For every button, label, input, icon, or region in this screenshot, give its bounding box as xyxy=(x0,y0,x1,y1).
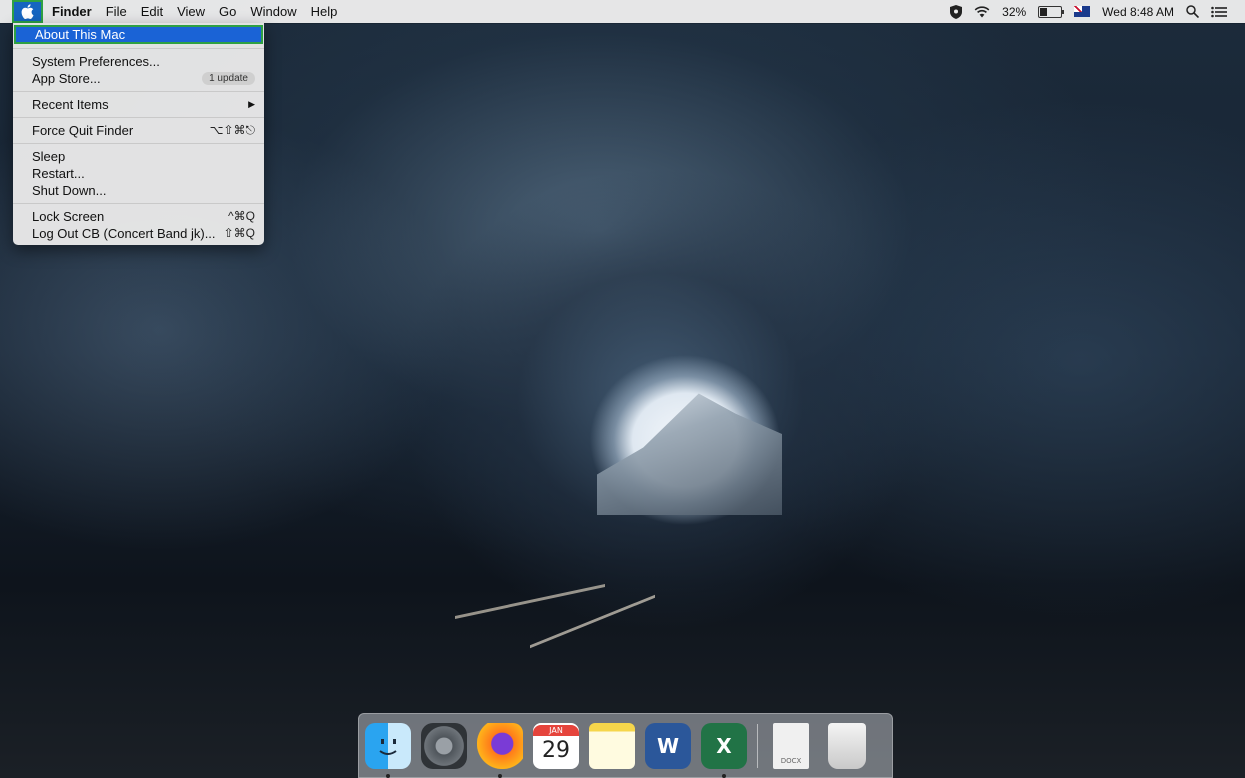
menu-item-lock-screen[interactable]: Lock Screen ^⌘Q xyxy=(13,208,264,225)
menu-separator xyxy=(13,143,264,144)
menu-item-log-out[interactable]: Log Out CB (Concert Band jk)... ⇧⌘Q xyxy=(13,225,264,242)
docx-document-icon[interactable]: DOCX xyxy=(773,722,809,769)
menu-item-label: Recent Items xyxy=(32,97,109,112)
menu-file[interactable]: File xyxy=(99,0,134,23)
vpn-shield-icon[interactable] xyxy=(950,4,963,19)
finder-icon[interactable] xyxy=(365,722,411,778)
finder-face-icon xyxy=(379,738,397,755)
apple-menu-button[interactable] xyxy=(12,0,43,23)
menu-help[interactable]: Help xyxy=(304,0,345,23)
running-indicator xyxy=(722,773,726,778)
menu-separator xyxy=(13,48,264,49)
calendar-icon[interactable]: JAN 29 xyxy=(533,722,579,769)
dock: JAN 29 W X DOCX xyxy=(358,713,893,778)
menu-item-app-store[interactable]: App Store... 1 update xyxy=(13,70,264,87)
keyboard-shortcut: ⌥⇧⌘⎋ xyxy=(209,123,255,137)
status-area: 32% Wed 8:48 AM xyxy=(950,4,1245,19)
menu-item-restart[interactable]: Restart... xyxy=(13,165,264,182)
spotlight-search-icon[interactable] xyxy=(1186,5,1199,18)
menu-view[interactable]: View xyxy=(170,0,212,23)
submenu-arrow-icon: ▶ xyxy=(248,99,255,109)
menu-item-label: Sleep xyxy=(32,149,66,164)
menu-item-label: Shut Down... xyxy=(32,183,107,198)
wifi-icon[interactable] xyxy=(974,5,990,18)
menu-item-system-preferences[interactable]: System Preferences... xyxy=(13,53,264,70)
menu-separator xyxy=(13,91,264,92)
trash-icon[interactable] xyxy=(828,722,866,769)
menu-item-label: About This Mac xyxy=(35,27,126,42)
microsoft-excel-icon[interactable]: X xyxy=(701,722,747,778)
keyboard-shortcut: ^⌘Q xyxy=(228,209,255,223)
menu-go[interactable]: Go xyxy=(212,0,243,23)
menu-item-shut-down[interactable]: Shut Down... xyxy=(13,182,264,199)
menu-item-force-quit[interactable]: Force Quit Finder ⌥⇧⌘⎋ xyxy=(13,122,264,139)
apple-logo-icon xyxy=(21,4,34,19)
keyboard-shortcut: ⇧⌘Q xyxy=(223,226,255,240)
input-source-flag-icon[interactable] xyxy=(1074,6,1091,17)
excel-letter: X xyxy=(716,733,732,758)
menu-item-label: App Store... xyxy=(32,71,101,86)
menu-bar: Finder File Edit View Go Window Help 32%… xyxy=(0,0,1245,23)
microsoft-word-icon[interactable]: W xyxy=(645,722,691,769)
notification-center-icon[interactable] xyxy=(1211,6,1227,18)
doc-extension: DOCX xyxy=(780,756,802,765)
dock-separator xyxy=(757,723,758,768)
menu-item-label: System Preferences... xyxy=(32,54,160,69)
notes-icon[interactable] xyxy=(589,722,635,769)
clock[interactable]: Wed 8:48 AM xyxy=(1102,5,1174,19)
calendar-month: JAN xyxy=(533,725,579,736)
menu-item-label: Restart... xyxy=(32,166,85,181)
menu-item-label: Lock Screen xyxy=(32,209,105,224)
battery-percent[interactable]: 32% xyxy=(1002,5,1026,19)
word-letter: W xyxy=(656,733,680,758)
system-preferences-icon[interactable] xyxy=(421,722,467,769)
battery-icon[interactable] xyxy=(1038,5,1065,18)
update-badge: 1 update xyxy=(202,72,255,85)
menu-item-sleep[interactable]: Sleep xyxy=(13,148,264,165)
menu-item-label: Force Quit Finder xyxy=(32,123,134,138)
menu-window[interactable]: Window xyxy=(243,0,303,23)
battery-fill xyxy=(1040,7,1048,16)
menu-separator xyxy=(13,117,264,118)
menu-separator xyxy=(13,203,264,204)
menu-item-label: Log Out CB (Concert Band jk)... xyxy=(32,226,216,241)
apple-dropdown-menu: About This Mac System Preferences... App… xyxy=(13,23,264,245)
running-indicator xyxy=(386,773,390,778)
menu-item-recent-items[interactable]: Recent Items ▶ xyxy=(13,96,264,113)
firefox-icon[interactable] xyxy=(477,722,523,778)
menu-app-finder[interactable]: Finder xyxy=(43,0,99,23)
menu-item-about-this-mac[interactable]: About This Mac xyxy=(14,25,263,44)
running-indicator xyxy=(498,773,502,778)
calendar-day: 29 xyxy=(542,738,570,763)
menu-edit[interactable]: Edit xyxy=(134,0,170,23)
